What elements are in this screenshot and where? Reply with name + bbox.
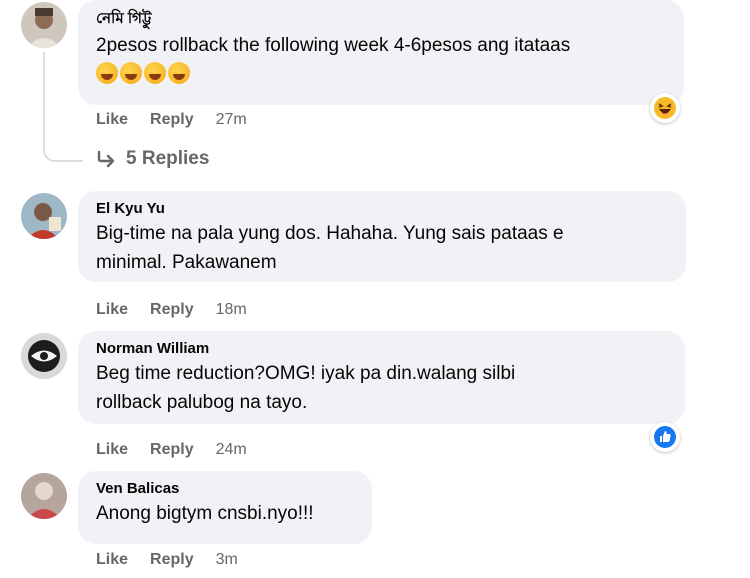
comment-author[interactable]: Ven Balicas [96, 479, 358, 499]
comment-text-line: Big-time na pala yung dos. Hahaha. Yung … [96, 223, 564, 244]
like-reaction-icon[interactable] [650, 422, 680, 452]
like-button[interactable]: Like [96, 551, 128, 569]
comment-text-line: Beg time reduction?OMG! iyak pa din.wala… [96, 363, 516, 384]
like-button[interactable]: Like [96, 111, 128, 129]
rolling-laughing-emoji-icon [144, 62, 166, 84]
comment-text-line: minimal. Pakawanem [96, 252, 277, 273]
comment-timestamp[interactable]: 3m [216, 551, 238, 569]
comment-author[interactable]: Norman William [96, 339, 671, 359]
rolling-laughing-emoji-icon [120, 62, 142, 84]
avatar[interactable] [21, 333, 67, 379]
replies-label[interactable]: 5 Replies [126, 148, 209, 170]
thread-connector [43, 130, 83, 162]
like-button[interactable]: Like [96, 441, 128, 459]
reply-button[interactable]: Reply [150, 441, 194, 459]
comment-text: 2pesos rollback the following week 4-6pe… [96, 35, 571, 56]
comment-bubble: Ven Balicas Anong bigtym cnsbi.nyo!!! [78, 471, 372, 544]
avatar[interactable] [21, 473, 67, 519]
comment-actions: Like Reply 18m [96, 301, 247, 319]
comment-author[interactable]: নেমি গিট্টু [96, 9, 670, 29]
comment-author[interactable]: El Kyu Yu [96, 199, 672, 219]
comment-timestamp[interactable]: 18m [216, 301, 247, 319]
comment-timestamp[interactable]: 27m [216, 111, 247, 129]
comment-bubble: নেমি গিট্টু 2pesos rollback the followin… [78, 0, 684, 105]
comment-bubble: Norman William Beg time reduction?OMG! i… [78, 331, 685, 424]
comment-text: Anong bigtym cnsbi.nyo!!! [96, 503, 314, 524]
reply-arrow-icon [97, 150, 115, 168]
view-replies-button[interactable]: 5 Replies [96, 148, 209, 170]
comment-text-line: rollback palubog na tayo. [96, 392, 308, 413]
comment-actions: Like Reply 24m [96, 441, 247, 459]
avatar[interactable] [21, 193, 67, 239]
reply-button[interactable]: Reply [150, 301, 194, 319]
comment-bubble: El Kyu Yu Big-time na pala yung dos. Hah… [78, 191, 686, 282]
comment-actions: Like Reply 3m [96, 551, 238, 569]
emoji-row [96, 62, 670, 84]
reply-button[interactable]: Reply [150, 551, 194, 569]
avatar[interactable] [21, 2, 67, 48]
rolling-laughing-emoji-icon [168, 62, 190, 84]
like-button[interactable]: Like [96, 301, 128, 319]
rolling-laughing-emoji-icon [96, 62, 118, 84]
comment-timestamp[interactable]: 24m [216, 441, 247, 459]
reply-button[interactable]: Reply [150, 111, 194, 129]
comment-actions: Like Reply 27m [96, 111, 247, 129]
laugh-reaction-icon[interactable] [650, 93, 680, 123]
